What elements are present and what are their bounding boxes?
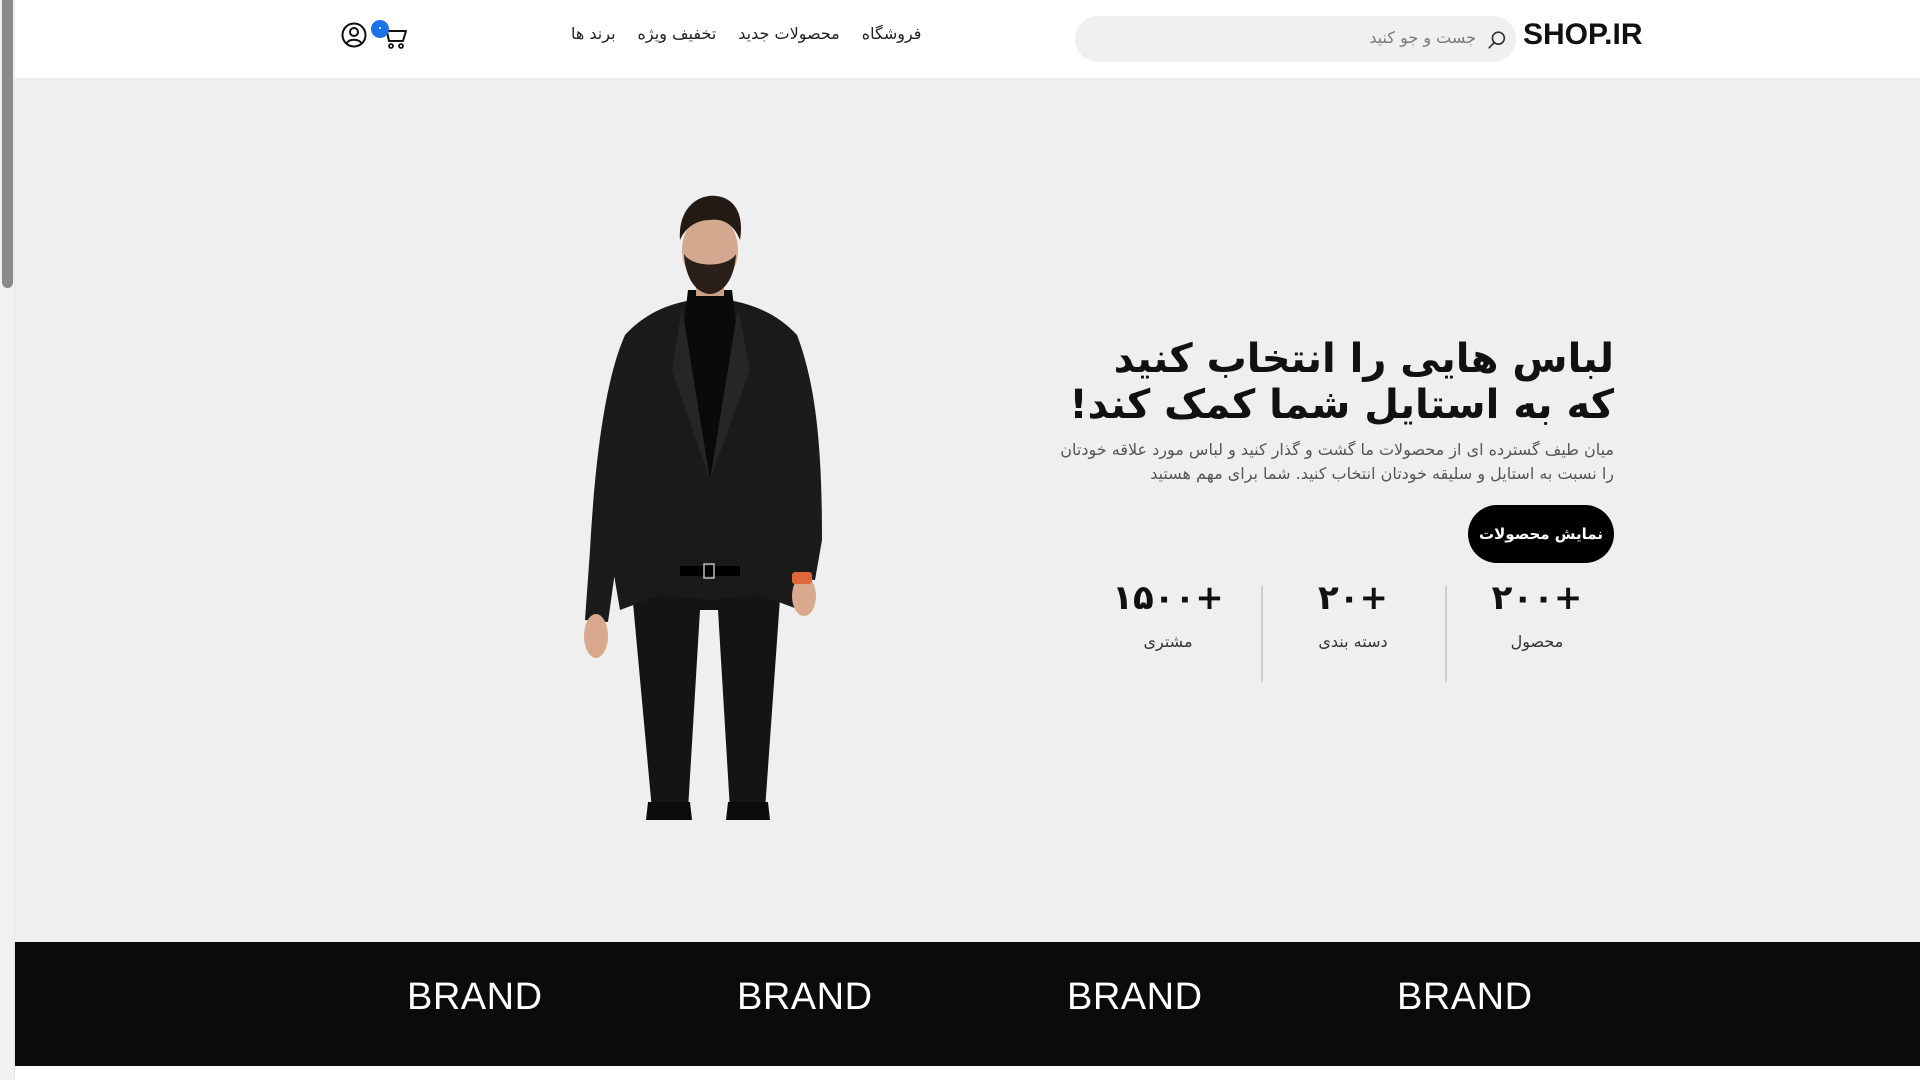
stat-label: دسته بندی [1318, 632, 1388, 651]
nav-special-discount[interactable]: تخفیف ویژه [638, 24, 717, 43]
hero-description: میان طیف گسترده ای از محصولات ما گشت و گ… [1060, 440, 1614, 483]
brand-logo[interactable]: BRAND [1397, 976, 1533, 1019]
brand-logo[interactable]: BRAND [407, 976, 543, 1019]
nav-brands[interactable]: برند ها [571, 24, 616, 43]
brand-logo[interactable]: BRAND [1067, 976, 1203, 1019]
brand-logo[interactable]: BRAND [737, 976, 873, 1019]
stat-value: +۱۵۰۰ [1112, 578, 1224, 618]
scrollbar-thumb[interactable] [2, 0, 13, 288]
nav-shop[interactable]: فروشگاه [862, 24, 922, 43]
site-header: SHOP.IR جست و جو کنید برند ها تخفیف ویژه… [15, 0, 1920, 78]
model-photo [584, 195, 822, 820]
main-nav: برند ها تخفیف ویژه محصولات جدید فروشگاه [571, 24, 921, 43]
hero-section: لباس هایی را انتخاب کنید که به استایل شم… [15, 78, 1920, 942]
page-scrollbar[interactable] [0, 0, 15, 1080]
stat-categories: +۲۰ دسته بندی [1278, 578, 1428, 651]
search-placeholder: جست و جو کنید [1369, 28, 1476, 47]
search-icon[interactable] [1486, 29, 1508, 51]
stat-divider [1445, 586, 1447, 682]
stat-products: +۲۰۰ محصول [1462, 578, 1612, 651]
search-input[interactable]: جست و جو کنید [1075, 16, 1516, 62]
stat-divider [1261, 586, 1263, 682]
brand-band: BRAND BRAND BRAND BRAND [15, 942, 1920, 1066]
nav-new-products[interactable]: محصولات جدید [738, 24, 839, 43]
stat-label: محصول [1510, 632, 1564, 651]
site-logo[interactable]: SHOP.IR [1523, 18, 1643, 52]
show-products-button[interactable]: نمایش محصولات [1468, 505, 1614, 563]
page-bottom [15, 1066, 1920, 1080]
hero-title: لباس هایی را انتخاب کنید که به استایل شم… [1069, 336, 1614, 428]
stat-value: +۲۰ [1317, 578, 1388, 618]
stat-value: +۲۰۰ [1491, 578, 1583, 618]
stat-label: مشتری [1143, 632, 1193, 651]
cart-count-badge: ۰ [371, 20, 389, 38]
user-account-icon[interactable] [341, 22, 367, 48]
stat-customers: +۱۵۰۰ مشتری [1093, 578, 1243, 651]
